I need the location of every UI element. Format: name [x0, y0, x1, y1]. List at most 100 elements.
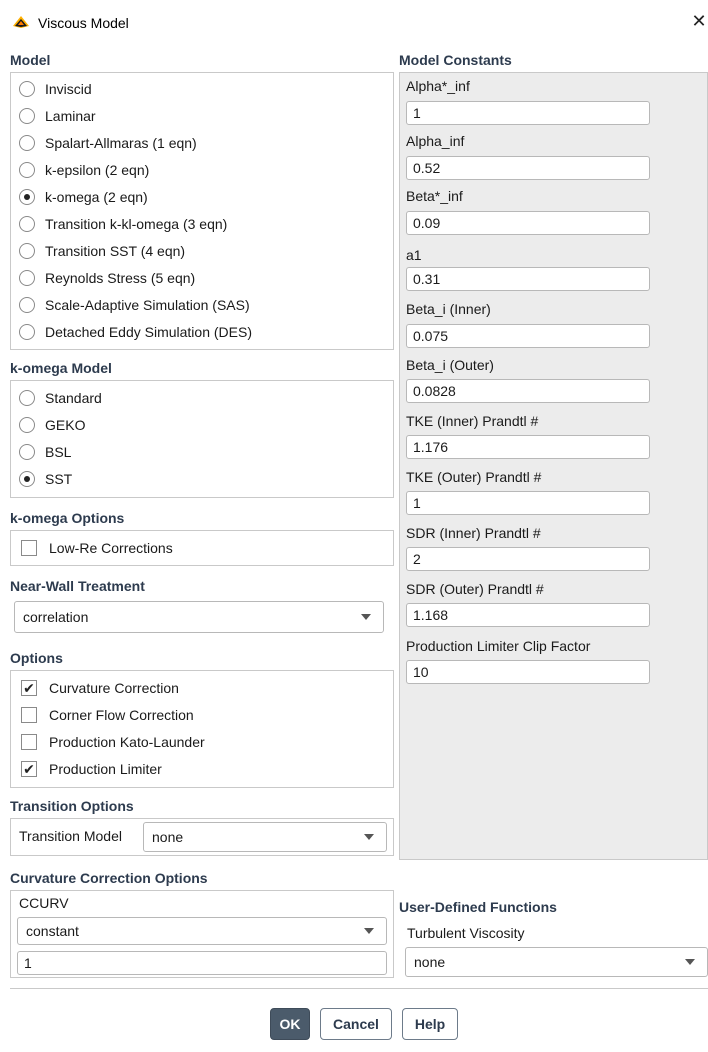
turbulent-viscosity-dropdown[interactable]: none: [405, 947, 708, 977]
chevron-down-icon: [364, 928, 374, 934]
radio-icon[interactable]: [19, 81, 35, 97]
alpha-star-inf-input[interactable]: 1: [406, 101, 650, 125]
beta-i-inner-input[interactable]: 0.075: [406, 324, 650, 348]
komega-options-group: Low-Re Corrections: [10, 530, 394, 566]
radio-selected-icon[interactable]: [19, 471, 35, 487]
curvature-options-heading: Curvature Correction Options: [10, 870, 208, 886]
radio-icon[interactable]: [19, 108, 35, 124]
udf-heading: User-Defined Functions: [399, 899, 557, 915]
radio-k-omega[interactable]: k-omega (2 eqn): [19, 186, 148, 208]
alpha-inf-label: Alpha_inf: [406, 133, 465, 149]
window-title: Viscous Model: [38, 15, 129, 31]
sdr-outer-prandtl-label: SDR (Outer) Prandtl #: [406, 581, 544, 597]
turbulent-viscosity-value: none: [414, 954, 446, 970]
radio-icon[interactable]: [19, 216, 35, 232]
ok-button[interactable]: OK: [270, 1008, 310, 1040]
footer-separator: [10, 988, 708, 989]
radio-transition-sst[interactable]: Transition SST (4 eqn): [19, 240, 185, 262]
radio-transition-k-kl-omega[interactable]: Transition k-kl-omega (3 eqn): [19, 213, 227, 235]
transition-options-group: Transition Model none: [10, 818, 394, 856]
ccurv-label: CCURV: [19, 895, 69, 911]
turbulent-viscosity-label: Turbulent Viscosity: [407, 925, 525, 941]
radio-icon[interactable]: [19, 135, 35, 151]
chevron-down-icon: [685, 959, 695, 965]
options-heading: Options: [10, 650, 63, 666]
tke-outer-prandtl-input[interactable]: 1: [406, 491, 650, 515]
ccurv-mode-value: constant: [26, 923, 79, 939]
radio-icon[interactable]: [19, 444, 35, 460]
fluent-app-icon: [13, 16, 29, 28]
radio-geko[interactable]: GEKO: [19, 414, 85, 436]
title-bar: Viscous Model ✕: [0, 0, 708, 44]
beta-i-inner-label: Beta_i (Inner): [406, 301, 491, 317]
cancel-button[interactable]: Cancel: [320, 1008, 392, 1040]
close-icon[interactable]: ✕: [690, 10, 708, 32]
near-wall-value: correlation: [23, 609, 89, 625]
a1-label: a1: [406, 247, 422, 263]
a1-input[interactable]: 0.31: [406, 267, 650, 291]
transition-model-dropdown[interactable]: none: [143, 822, 387, 852]
curvature-correction-checkbox[interactable]: ✔ Curvature Correction: [21, 677, 179, 699]
komega-model-heading: k-omega Model: [10, 360, 112, 376]
alpha-star-inf-label: Alpha*_inf: [406, 78, 470, 94]
checkmark-icon[interactable]: ✔: [21, 680, 37, 696]
radio-spalart-allmaras[interactable]: Spalart-Allmaras (1 eqn): [19, 132, 197, 154]
radio-icon[interactable]: [19, 297, 35, 313]
production-kato-launder-checkbox[interactable]: Production Kato-Launder: [21, 731, 205, 753]
checkbox-icon[interactable]: [21, 734, 37, 750]
model-constants-heading: Model Constants: [399, 52, 512, 68]
beta-star-inf-label: Beta*_inf: [406, 188, 463, 204]
sdr-inner-prandtl-label: SDR (Inner) Prandtl #: [406, 525, 541, 541]
low-re-corrections-checkbox[interactable]: Low-Re Corrections: [21, 537, 173, 559]
radio-des[interactable]: Detached Eddy Simulation (DES): [19, 321, 252, 343]
near-wall-heading: Near-Wall Treatment: [10, 578, 145, 594]
radio-icon[interactable]: [19, 390, 35, 406]
radio-icon[interactable]: [19, 270, 35, 286]
radio-standard[interactable]: Standard: [19, 387, 102, 409]
tke-inner-prandtl-input[interactable]: 1.176: [406, 435, 650, 459]
radio-inviscid[interactable]: Inviscid: [19, 78, 92, 100]
production-limiter-checkbox[interactable]: ✔ Production Limiter: [21, 758, 162, 780]
beta-i-outer-label: Beta_i (Outer): [406, 357, 494, 373]
model-group: Inviscid Laminar Spalart-Allmaras (1 eqn…: [10, 72, 394, 350]
ccurv-value-input[interactable]: 1: [17, 951, 387, 975]
radio-icon[interactable]: [19, 162, 35, 178]
komega-model-group: Standard GEKO BSL SST: [10, 380, 394, 498]
help-button[interactable]: Help: [402, 1008, 458, 1040]
near-wall-dropdown[interactable]: correlation: [14, 601, 384, 633]
production-limiter-clip-factor-label: Production Limiter Clip Factor: [406, 638, 591, 654]
radio-sas[interactable]: Scale-Adaptive Simulation (SAS): [19, 294, 250, 316]
beta-star-inf-input[interactable]: 0.09: [406, 211, 650, 235]
transition-options-heading: Transition Options: [10, 798, 134, 814]
production-limiter-clip-factor-input[interactable]: 10: [406, 660, 650, 684]
ccurv-mode-dropdown[interactable]: constant: [17, 917, 387, 945]
sdr-outer-prandtl-input[interactable]: 1.168: [406, 603, 650, 627]
checkmark-icon[interactable]: ✔: [21, 761, 37, 777]
transition-model-label: Transition Model: [19, 828, 122, 844]
radio-bsl[interactable]: BSL: [19, 441, 71, 463]
radio-sst[interactable]: SST: [19, 468, 72, 490]
options-group: ✔ Curvature Correction Corner Flow Correc…: [10, 670, 394, 788]
corner-flow-correction-checkbox[interactable]: Corner Flow Correction: [21, 704, 194, 726]
checkbox-icon[interactable]: [21, 540, 37, 556]
radio-laminar[interactable]: Laminar: [19, 105, 96, 127]
radio-selected-icon[interactable]: [19, 189, 35, 205]
alpha-inf-input[interactable]: 0.52: [406, 156, 650, 180]
sdr-inner-prandtl-input[interactable]: 2: [406, 547, 650, 571]
curvature-options-group: CCURV constant 1: [10, 890, 394, 978]
beta-i-outer-input[interactable]: 0.0828: [406, 379, 650, 403]
tke-inner-prandtl-label: TKE (Inner) Prandtl #: [406, 413, 539, 429]
komega-options-heading: k-omega Options: [10, 510, 125, 526]
checkbox-icon[interactable]: [21, 707, 37, 723]
tke-outer-prandtl-label: TKE (Outer) Prandtl #: [406, 469, 542, 485]
radio-icon[interactable]: [19, 324, 35, 340]
transition-model-value: none: [152, 829, 184, 845]
radio-icon[interactable]: [19, 417, 35, 433]
model-constants-panel: Alpha*_inf 1 Alpha_inf 0.52 Beta*_inf 0.…: [399, 72, 708, 860]
radio-reynolds-stress[interactable]: Reynolds Stress (5 eqn): [19, 267, 195, 289]
chevron-down-icon: [361, 614, 371, 620]
radio-k-epsilon[interactable]: k-epsilon (2 eqn): [19, 159, 149, 181]
radio-icon[interactable]: [19, 243, 35, 259]
chevron-down-icon: [364, 834, 374, 840]
model-heading: Model: [10, 52, 51, 68]
